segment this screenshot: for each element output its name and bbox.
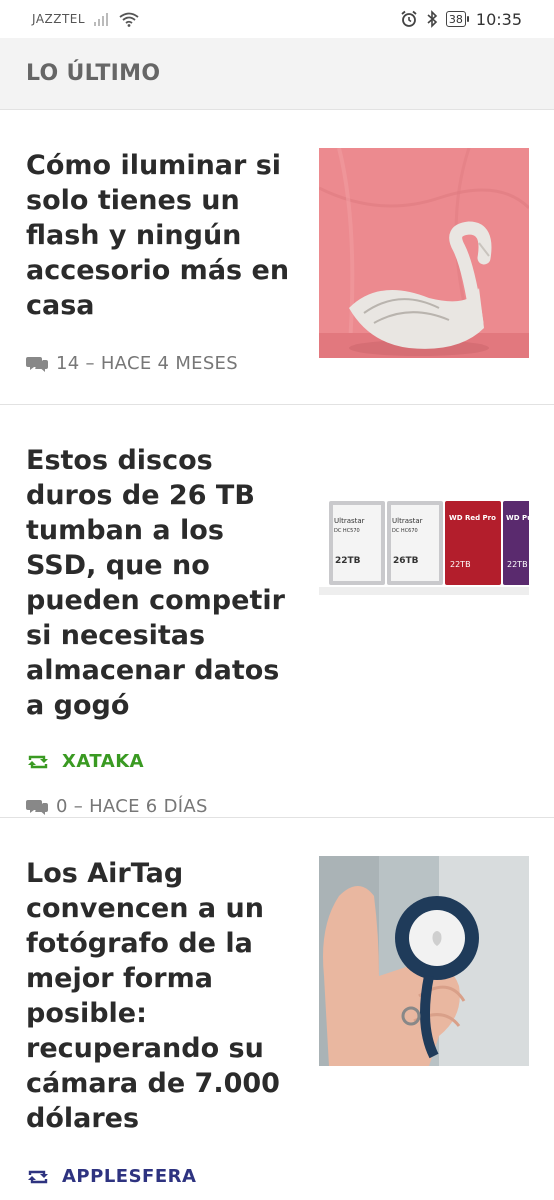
article-title[interactable]: Estos discos duros de 26 TB tumban a los… <box>26 443 296 723</box>
hard-drives-photo-icon: Ultrastar DC HC570 22TB Ultrastar DC HC6… <box>319 475 529 625</box>
section-title: LO ÚLTIMO <box>26 61 161 86</box>
article-thumbnail[interactable]: Ultrastar DC HC570 22TB Ultrastar DC HC6… <box>319 475 529 625</box>
drive-2-name: Ultrastar <box>392 517 423 525</box>
drive-3-name: WD Red Pro <box>449 514 496 522</box>
drive-1-name: Ultrastar <box>334 517 365 525</box>
bluetooth-icon <box>426 10 438 28</box>
airtag-photo-icon <box>319 856 529 1066</box>
drive-4-name: WD Purple <box>506 514 529 522</box>
article-title[interactable]: Cómo iluminar si solo tienes un flash y … <box>26 148 296 323</box>
repost-icon <box>26 753 50 771</box>
clock: 10:35 <box>475 9 522 29</box>
wifi-icon <box>119 12 139 27</box>
source-tag[interactable]: XATAKA <box>26 751 530 772</box>
status-bar: JAZZTEL 38 10:35 <box>0 0 554 38</box>
drive-1-capacity: 22TB <box>335 556 361 566</box>
article-title[interactable]: Los AirTag convencen a un fotógrafo de l… <box>26 856 296 1136</box>
drive-2-capacity: 26TB <box>393 556 419 566</box>
article-item[interactable]: Los AirTag convencen a un fotógrafo de l… <box>0 818 554 1200</box>
repost-icon <box>26 1168 50 1186</box>
article-item[interactable]: Cómo iluminar si solo tienes un flash y … <box>0 110 554 405</box>
signal-icon <box>93 12 111 26</box>
comments-icon <box>26 798 48 816</box>
section-header: LO ÚLTIMO <box>0 38 554 110</box>
source-name[interactable]: APPLESFERA <box>62 1166 196 1187</box>
comments-icon <box>26 355 48 373</box>
article-thumbnail[interactable] <box>319 148 529 358</box>
article-item[interactable]: Estos discos duros de 26 TB tumban a los… <box>0 405 554 818</box>
drive-4-capacity: 22TB <box>507 560 528 569</box>
battery-icon: 38 <box>445 11 469 27</box>
carrier-name: JAZZTEL <box>32 12 86 26</box>
source-name[interactable]: XATAKA <box>62 751 144 772</box>
article-meta-text: 14 – HACE 4 MESES <box>56 353 238 374</box>
drive-3-capacity: 22TB <box>450 560 471 569</box>
battery-level: 38 <box>448 12 463 26</box>
status-bar-right: 38 10:35 <box>400 10 522 29</box>
drive-1-model: DC HC570 <box>334 528 360 534</box>
status-bar-left: JAZZTEL <box>32 12 139 27</box>
article-meta: 0 – HACE 6 DÍAS <box>26 796 530 817</box>
alarm-icon <box>400 10 418 28</box>
drive-2-model: DC HC670 <box>392 528 418 534</box>
article-meta-text: 0 – HACE 6 DÍAS <box>56 796 208 817</box>
article-thumbnail[interactable] <box>319 856 529 1066</box>
source-tag[interactable]: APPLESFERA <box>26 1166 530 1187</box>
swan-photo-icon <box>319 148 529 358</box>
